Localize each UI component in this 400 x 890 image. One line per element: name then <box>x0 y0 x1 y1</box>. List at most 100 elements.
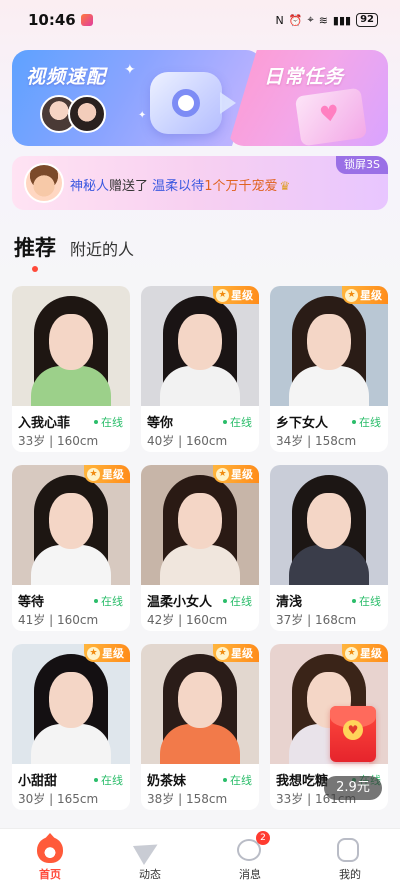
banner-row: 视频速配 ✦ ✦ 日常任务 <box>12 50 388 146</box>
user-card[interactable]: ★ 星级 等待 在线 41岁 | 160cm <box>12 465 130 631</box>
red-envelope-price[interactable]: 2.9元 <box>324 776 382 800</box>
daily-tasks-title: 日常任务 <box>264 66 345 88</box>
online-dot-icon <box>352 599 356 603</box>
user-photo: ★ 星级 <box>141 286 259 406</box>
user-card[interactable]: ★ 星级 奶茶妹 在线 38岁 | 158cm <box>141 644 259 810</box>
star-icon: ★ <box>216 467 229 481</box>
profile-icon <box>337 838 359 862</box>
tab-bar: 推荐 附近的人 <box>14 232 134 272</box>
gift-notice-bar[interactable]: 神秘人赠送了 温柔以待1个万千宠爱 ♛ 锁屏3S <box>12 156 388 210</box>
star-icon: ★ <box>216 288 229 302</box>
battery-icon: 92 <box>356 13 378 27</box>
signal-icon: ▮▮▮ <box>332 13 352 27</box>
online-dot-icon <box>223 420 227 424</box>
user-photo <box>270 465 388 585</box>
online-status: 在线 <box>223 414 252 430</box>
online-dot-icon <box>223 599 227 603</box>
vip-badge: ★ 星级 <box>213 286 259 304</box>
user-photo <box>12 286 130 406</box>
video-camera-icon <box>150 72 236 134</box>
online-status: 在线 <box>352 414 381 430</box>
user-name: 入我心菲 <box>18 416 71 431</box>
heart-coin-icon: ♥ <box>343 720 363 740</box>
gift-icon: ♛ <box>279 179 291 193</box>
user-card[interactable]: ★ 星级 小甜甜 在线 30岁 | 165cm <box>12 644 130 810</box>
star-icon: ★ <box>216 646 229 660</box>
nav-mine[interactable]: 我的 <box>310 837 390 882</box>
message-count-badge: 2 <box>256 831 270 845</box>
user-card[interactable]: ★ 星级 等你 在线 40岁 | 160cm <box>141 286 259 452</box>
star-icon: ★ <box>345 288 358 302</box>
online-dot-icon <box>94 420 98 424</box>
red-envelope-button[interactable]: ♥ <box>330 706 376 762</box>
sparkle-icon: ✦ <box>138 110 147 121</box>
nav-messages[interactable]: 2 消息 <box>210 831 290 882</box>
online-status: 在线 <box>352 593 381 609</box>
star-icon: ★ <box>87 467 100 481</box>
user-photo: ★ 星级 <box>12 465 130 585</box>
online-dot-icon <box>223 778 227 782</box>
paper-plane-icon <box>132 834 164 866</box>
nav-home[interactable]: 首页 <box>10 833 90 882</box>
user-name: 等待 <box>18 595 45 610</box>
user-age-height: 41岁 | 160cm <box>18 613 99 627</box>
user-card[interactable]: ★ 星级 温柔小女人 在线 42岁 | 160cm <box>141 465 259 631</box>
online-status: 在线 <box>94 772 123 788</box>
online-dot-icon <box>94 599 98 603</box>
mystery-user-avatar <box>24 163 64 203</box>
user-card[interactable]: ★ 星级 乡下女人 在线 34岁 | 158cm <box>270 286 388 452</box>
tab-recommend[interactable]: 推荐 <box>14 232 56 272</box>
user-name: 清浅 <box>276 595 303 610</box>
vip-badge: ★ 星级 <box>342 644 388 662</box>
star-icon: ★ <box>345 646 358 660</box>
online-status: 在线 <box>223 772 252 788</box>
user-name: 小甜甜 <box>18 774 58 789</box>
status-bar: 10:46 N ⏰ ⌖ ≋ ▮▮▮ 92 <box>0 0 400 40</box>
nav-moments[interactable]: 动态 <box>110 834 190 882</box>
user-photo: ★ 星级 <box>141 644 259 764</box>
gift-box-icon <box>294 87 368 146</box>
location-icon: ⌖ <box>307 13 314 26</box>
user-age-height: 37岁 | 168cm <box>276 613 357 627</box>
alarm-icon: ⏰ <box>288 13 303 27</box>
vip-badge: ★ 星级 <box>213 644 259 662</box>
user-photo: ★ 星级 <box>270 286 388 406</box>
tab-nearby[interactable]: 附近的人 <box>70 236 134 262</box>
home-icon <box>37 833 63 863</box>
vip-badge: ★ 星级 <box>84 644 130 662</box>
status-time: 10:46 <box>28 11 76 29</box>
online-status: 在线 <box>223 593 252 609</box>
app-notification-icon <box>80 14 93 26</box>
avatar-pair <box>26 95 116 133</box>
user-card[interactable]: 入我心菲 在线 33岁 | 160cm <box>12 286 130 452</box>
user-age-height: 38岁 | 158cm <box>147 792 228 806</box>
user-name: 温柔小女人 <box>147 595 213 610</box>
online-dot-icon <box>94 778 98 782</box>
nfc-icon: N <box>275 13 284 27</box>
vip-badge: ★ 星级 <box>213 465 259 483</box>
notice-text: 神秘人赠送了 温柔以待1个万千宠爱 ♛ <box>70 179 291 194</box>
online-status: 在线 <box>94 593 123 609</box>
vip-badge: ★ 星级 <box>342 286 388 304</box>
online-status: 在线 <box>94 414 123 430</box>
user-photo: ★ 星级 <box>141 465 259 585</box>
user-age-height: 34岁 | 158cm <box>276 434 357 448</box>
bottom-nav: 首页 动态 2 消息 我的 <box>0 828 400 890</box>
user-name: 等你 <box>147 416 174 431</box>
user-name: 我想吃糖 <box>276 774 329 789</box>
online-dot-icon <box>352 420 356 424</box>
user-card[interactable]: 清浅 在线 37岁 | 168cm <box>270 465 388 631</box>
vip-badge: ★ 星级 <box>84 465 130 483</box>
wifi-icon: ≋ <box>318 13 328 27</box>
lock-screen-tag: 锁屏3S <box>336 156 388 174</box>
user-age-height: 30岁 | 165cm <box>18 792 99 806</box>
user-photo: ★ 星级 <box>12 644 130 764</box>
video-match-banner[interactable]: 视频速配 ✦ ✦ <box>12 50 262 146</box>
user-age-height: 40岁 | 160cm <box>147 434 228 448</box>
avatar <box>68 95 106 133</box>
star-icon: ★ <box>87 646 100 660</box>
user-age-height: 33岁 | 160cm <box>18 434 99 448</box>
user-name: 乡下女人 <box>276 416 329 431</box>
video-match-title: 视频速配 <box>26 66 107 88</box>
user-name: 奶茶妹 <box>147 774 187 789</box>
